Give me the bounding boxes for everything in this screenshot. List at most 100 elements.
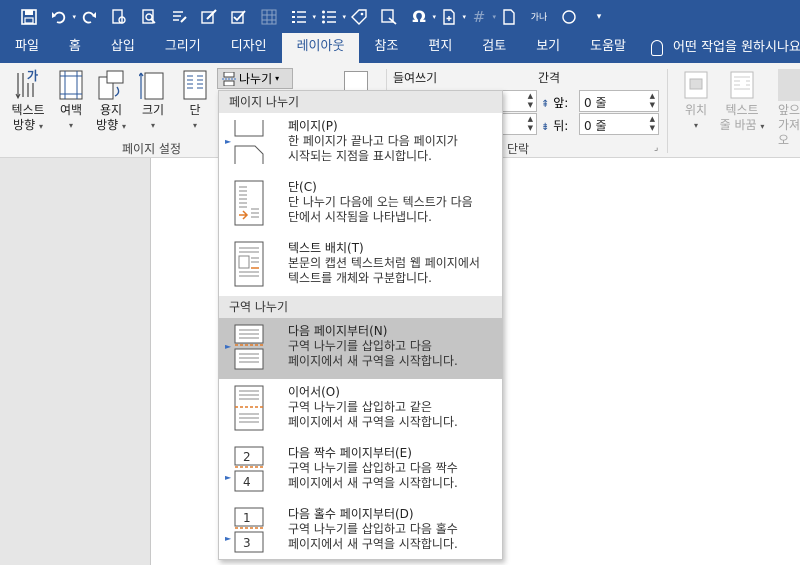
text-direction-button[interactable]: 가 텍스트 방향 ▾ <box>6 68 50 134</box>
menu-item-next-page[interactable]: ► 다음 페이지부터(N) 구역 나누기를 삽입하고 다음 페이지에서 새 구역… <box>219 318 502 379</box>
menu-item-title: 다음 페이지부터(N) <box>288 324 388 338</box>
tab-layout[interactable]: 레이아웃 <box>281 33 360 63</box>
text-direction-icon: 가 <box>14 68 42 101</box>
section-breaks-header: 구역 나누기 <box>219 296 502 318</box>
orientation-icon <box>97 69 125 101</box>
wrap-text-label-1: 텍스트 <box>725 103 759 117</box>
menu-item-desc: 단에서 시작됨을 나타냅니다. <box>288 210 432 224</box>
format-painter-icon[interactable] <box>164 5 194 29</box>
save-icon[interactable] <box>14 5 44 29</box>
group-page-setup-label: 페이지 설정 <box>122 142 182 156</box>
menu-item-title: 단(C) <box>288 180 317 194</box>
wrap-text-icon <box>728 69 756 101</box>
orientation-label-2: 방향 <box>96 118 119 132</box>
breaks-button[interactable]: 나누기 ▾ <box>217 68 293 89</box>
bring-forward-button: 앞으 가져오 <box>778 69 800 148</box>
tab-review[interactable]: 검토 <box>467 33 521 63</box>
bring-forward-label-2: 가져오 <box>778 118 800 147</box>
edit-check-icon[interactable] <box>224 5 254 29</box>
paragraph-launcher-icon[interactable]: ⌟ <box>654 143 658 153</box>
tell-me-label: 어떤 작업을 원하시나요? <box>673 40 800 55</box>
undo-icon[interactable]: ▾ <box>44 5 76 29</box>
tab-mailings[interactable]: 편지 <box>413 33 467 63</box>
tab-file[interactable]: 파일 <box>0 33 54 63</box>
spacing-before-input[interactable]: 0 줄 ▲ ▼ <box>579 90 659 112</box>
size-button[interactable]: 크기 ▾ <box>136 69 170 133</box>
wrap-text-label-2: 줄 바꿈 <box>719 118 757 132</box>
menu-item-desc: 단 나누기 다음에 오는 텍스트가 다음 <box>288 195 473 209</box>
size-label: 크기 <box>141 103 165 117</box>
even-page-number: 4 <box>243 475 251 489</box>
menu-item-odd-page[interactable]: 13 ► 다음 홀수 페이지부터(D) 구역 나누기를 삽입하고 다음 홀수 페… <box>219 501 502 562</box>
position-icon <box>682 69 710 101</box>
menu-item-desc: 구역 나누기를 삽입하고 다음 <box>288 339 432 353</box>
menu-item-page-break[interactable]: ► 페이지(P) 한 페이지가 끝나고 다음 페이지가 시작되는 지점을 표시합… <box>219 113 502 174</box>
tell-me-box[interactable]: 어떤 작업을 원하시나요? <box>651 33 800 63</box>
bring-forward-label-1: 앞으 <box>778 103 800 117</box>
chevron-down-icon: ▾ <box>275 74 280 83</box>
tab-view[interactable]: 보기 <box>521 33 575 63</box>
insert-pic-icon[interactable] <box>374 5 404 29</box>
menu-item-column-break[interactable]: 단(C) 단 나누기 다음에 오는 텍스트가 다음 단에서 시작됨을 나타냅니다… <box>219 174 502 235</box>
menu-item-even-page[interactable]: 24 ► 다음 짝수 페이지부터(E) 구역 나누기를 삽입하고 다음 짝수 페… <box>219 440 502 501</box>
continuous-break-icon <box>234 385 264 431</box>
columns-icon <box>181 69 209 101</box>
menu-item-desc: 페이지에서 새 구역을 시작합니다. <box>288 537 458 551</box>
lightbulb-icon <box>651 40 664 56</box>
odd-page-number: 3 <box>243 536 251 550</box>
tab-draw[interactable]: 그리기 <box>150 33 216 63</box>
ribbon-separator-2 <box>667 69 668 153</box>
tab-home[interactable]: 홈 <box>54 33 96 63</box>
omega-icon[interactable]: Ω ▾ <box>404 5 436 29</box>
bullets-icon[interactable]: ▾ <box>314 5 346 29</box>
tab-references[interactable]: 참조 <box>359 33 413 63</box>
menu-item-continuous[interactable]: 이어서(O) 구역 나누기를 삽입하고 같은 페이지에서 새 구역을 시작합니다… <box>219 379 502 440</box>
numbering-icon[interactable]: ▾ <box>284 5 316 29</box>
menu-item-title: 텍스트 배치(T) <box>288 241 364 255</box>
indent-right-spinner[interactable]: ▲ ▼ <box>500 113 537 135</box>
tab-help[interactable]: 도움말 <box>575 33 641 63</box>
page-icon[interactable] <box>494 5 524 29</box>
zoom-doc-icon[interactable] <box>134 5 164 29</box>
menu-item-desc: 구역 나누기를 삽입하고 같은 <box>288 400 432 414</box>
size-icon <box>138 69 167 101</box>
text-direction-label-2: 방향 <box>13 118 36 132</box>
spacing-after-input[interactable]: 0 줄 ▲ ▼ <box>579 113 659 135</box>
columns-button[interactable]: 단 ▾ <box>178 69 212 133</box>
group-paragraph-label: 단락 <box>507 142 530 156</box>
menu-item-desc: 본문의 캡션 텍스트처럼 웹 페이지에서 <box>288 256 480 270</box>
position-button: 위치 ▾ <box>675 69 717 133</box>
wrap-text-button: 텍스트 줄 바꿈 ▾ <box>716 69 768 134</box>
odd-page-break-icon: 13 <box>234 507 264 553</box>
menu-item-title: 다음 홀수 페이지부터(D) <box>288 507 414 521</box>
indent-left-spinner[interactable]: ▲ ▼ <box>500 90 537 112</box>
margins-icon <box>57 69 85 101</box>
margins-button[interactable]: 여백 ▾ <box>54 69 88 133</box>
print-preview-icon[interactable] <box>104 5 134 29</box>
page-break-icon <box>234 120 264 164</box>
bring-forward-icon <box>778 69 800 101</box>
page-breaks-header: 페이지 나누기 <box>219 91 502 113</box>
edit-icon[interactable] <box>194 5 224 29</box>
more-icon[interactable]: ▾ <box>584 5 614 29</box>
new-doc-icon[interactable]: ▾ <box>434 5 466 29</box>
ribbon-tabs: 파일 홈 삽입 그리기 디자인 레이아웃 참조 편지 검토 보기 도움말 어떤 … <box>0 33 800 63</box>
tab-insert[interactable]: 삽입 <box>96 33 150 63</box>
tag-icon[interactable] <box>344 5 374 29</box>
orientation-button[interactable]: 용지 방향 ▾ <box>92 69 130 134</box>
orientation-label-1: 용지 <box>99 103 123 117</box>
indicator-arrow-icon: ► <box>225 342 232 351</box>
menu-item-desc: 페이지에서 새 구역을 시작합니다. <box>288 476 458 490</box>
menu-item-text-wrapping[interactable]: 텍스트 배치(T) 본문의 캡션 텍스트처럼 웹 페이지에서 텍스트를 개체와 … <box>219 235 502 296</box>
menu-item-desc: 한 페이지가 끝나고 다음 페이지가 <box>288 134 458 148</box>
text-wrapping-icon <box>234 241 264 287</box>
svg-text:가: 가 <box>27 69 38 83</box>
redo-icon[interactable] <box>74 5 104 29</box>
spacing-after-icon: ⇟ <box>541 122 550 133</box>
circle-icon[interactable] <box>554 5 584 29</box>
odd-page-number: 1 <box>243 511 251 525</box>
tab-design[interactable]: 디자인 <box>216 33 282 63</box>
menu-item-desc: 구역 나누기를 삽입하고 다음 짝수 <box>288 461 458 475</box>
text-icon[interactable]: 가나 <box>524 5 554 29</box>
spacing-before-row: ⇞ 앞: <box>541 94 568 111</box>
